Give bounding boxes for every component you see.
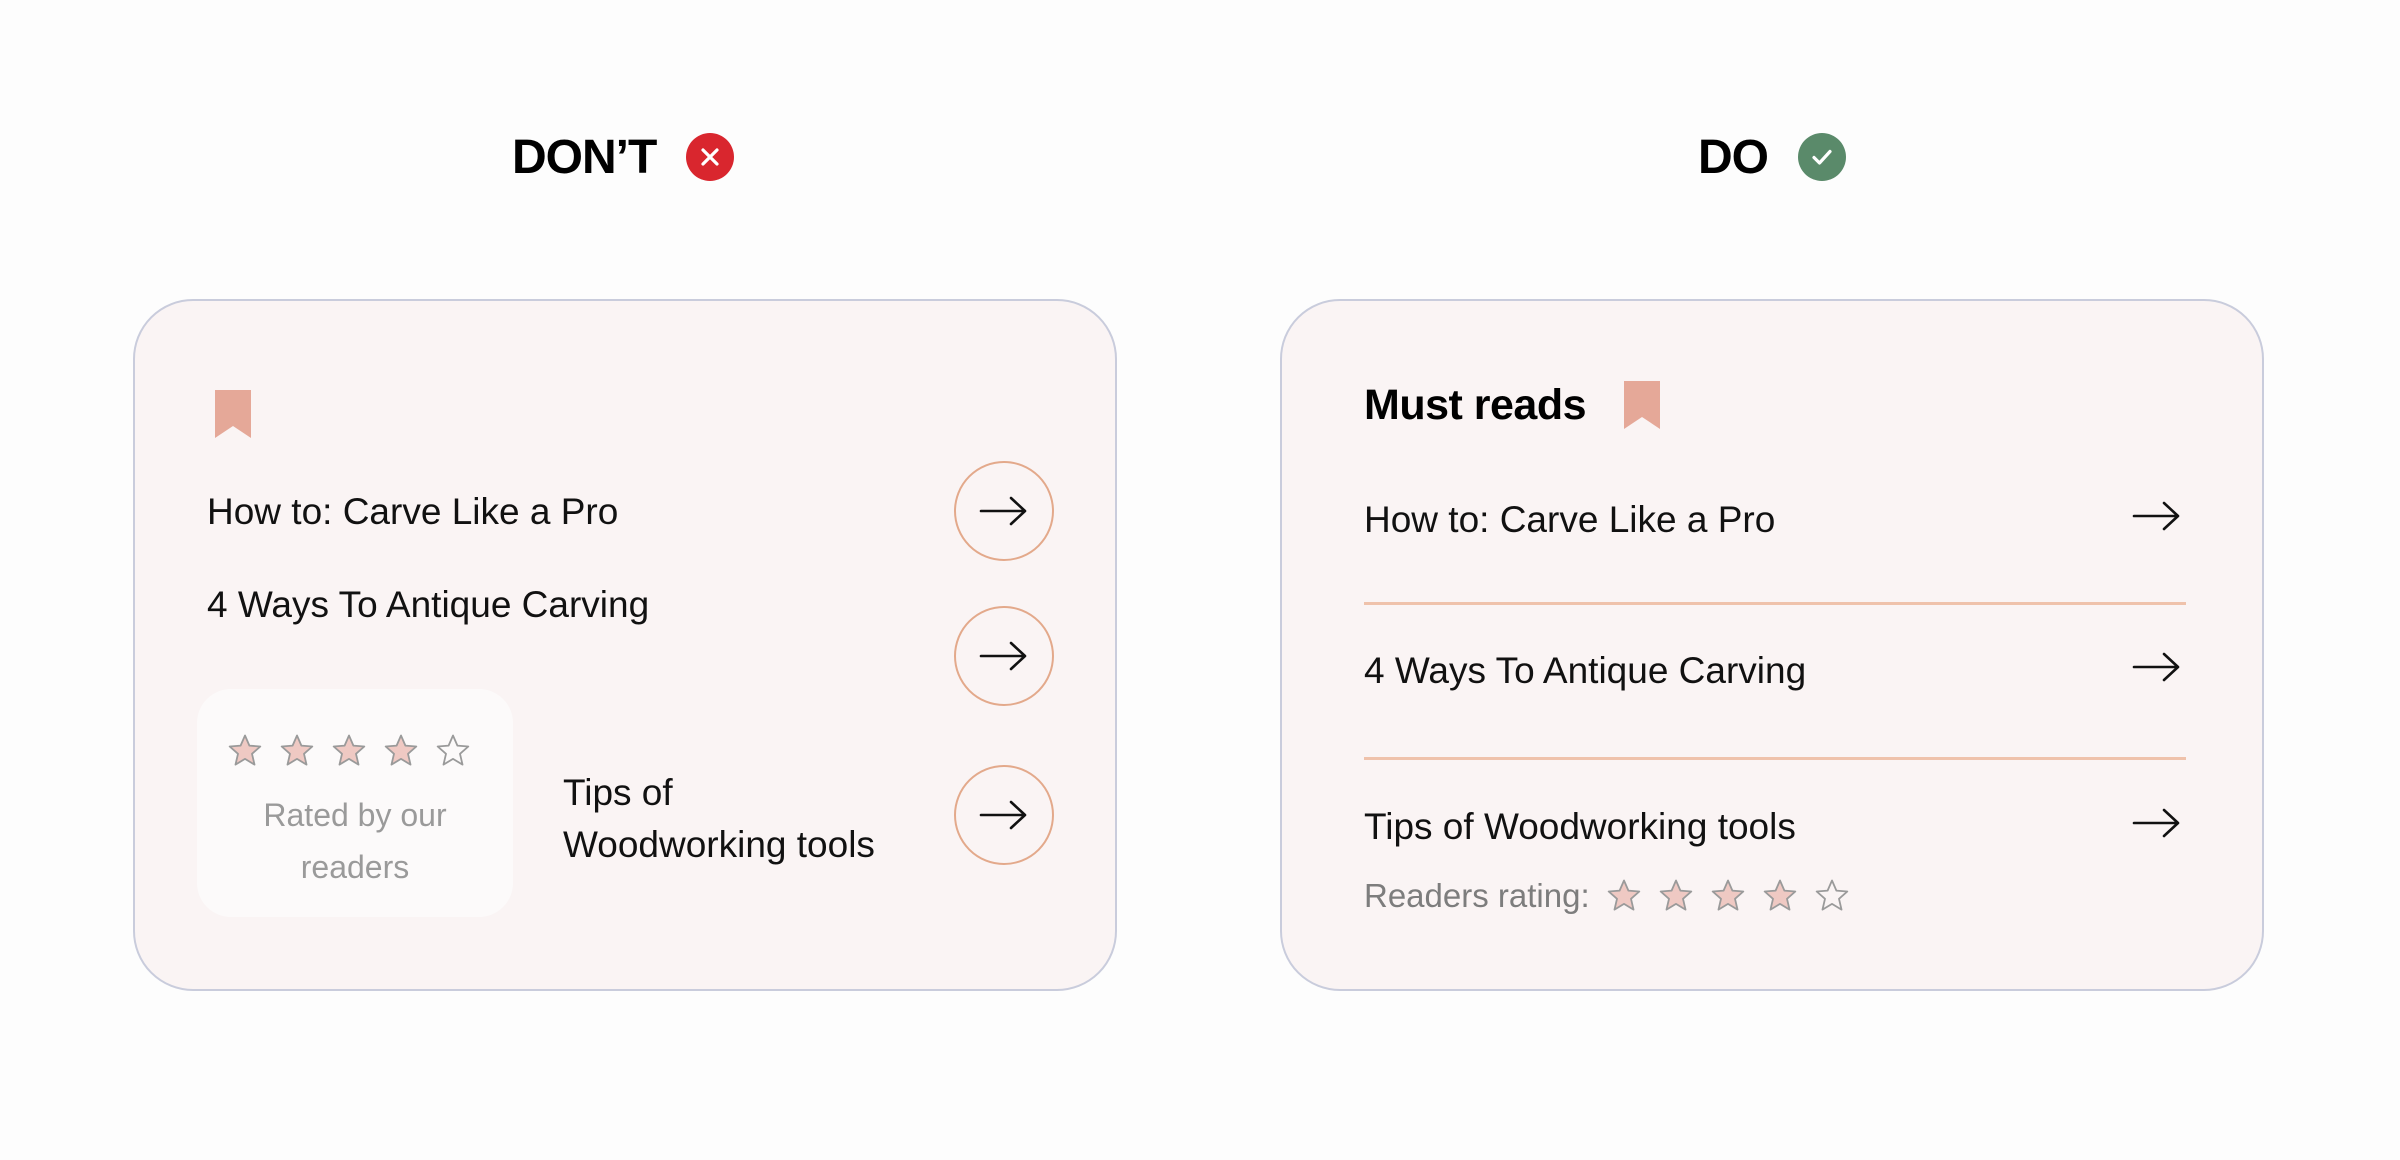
article-link-antique: 4 Ways To Antique Carving <box>1364 650 1807 691</box>
star-filled-icon <box>1659 879 1692 911</box>
check-icon <box>1798 133 1846 181</box>
star-filled-icon <box>1763 879 1796 911</box>
star-filled-icon <box>332 734 366 766</box>
article-link-tips: Tips of Woodworking tools <box>1364 806 1796 847</box>
star-filled-icon <box>228 734 262 766</box>
rating-caption-line1: Rated by our <box>263 797 447 833</box>
readers-rating-label: Readers rating: <box>1364 877 1590 914</box>
star-filled-icon <box>384 734 418 766</box>
star-rating <box>227 733 471 769</box>
section-title: Must reads <box>1364 381 1587 429</box>
arrow-right-icon <box>2132 808 2180 838</box>
do-heading: DO <box>1698 122 1846 192</box>
star-empty-icon <box>1815 879 1848 911</box>
bookmark-icon <box>215 390 251 438</box>
arrow-right-icon <box>2132 652 2180 682</box>
star-empty-icon <box>436 734 470 766</box>
dont-card: How to: Carve Like a Pro 4 Ways To Antiq… <box>133 299 1117 991</box>
do-card: Must reads How to: Carve Like a Pro 4 Wa… <box>1280 299 2264 991</box>
readers-rating: Readers rating: <box>1364 877 1850 915</box>
dont-heading-text: DON’T <box>512 130 657 184</box>
divider <box>1364 602 2186 605</box>
rating-card: Rated by our readers <box>197 689 513 917</box>
article-link-tips[interactable]: Tips of Woodworking tools <box>563 767 875 871</box>
open-article-button[interactable] <box>954 461 1054 561</box>
article-link-carve: How to: Carve Like a Pro <box>1364 499 1776 540</box>
list-item[interactable]: How to: Carve Like a Pro <box>1364 487 2186 553</box>
star-rating <box>1606 878 1850 914</box>
article-link-carve[interactable]: How to: Carve Like a Pro <box>207 491 618 533</box>
open-article-button[interactable] <box>954 606 1054 706</box>
divider <box>1364 757 2186 760</box>
arrow-right-icon <box>979 496 1027 526</box>
bookmark-icon <box>1624 381 1660 429</box>
close-icon <box>686 133 735 181</box>
star-filled-icon <box>1607 879 1640 911</box>
arrow-right-icon <box>2132 501 2180 531</box>
arrow-right-icon <box>979 641 1027 671</box>
star-filled-icon <box>1711 879 1744 911</box>
open-article-button[interactable] <box>954 765 1054 865</box>
article-link-antique[interactable]: 4 Ways To Antique Carving <box>207 584 649 626</box>
list-item[interactable]: Tips of Woodworking tools <box>1364 794 2186 860</box>
rating-caption: Rated by our readers <box>197 789 513 893</box>
rating-caption-line2: readers <box>300 849 410 885</box>
article-tips-line2: Woodworking tools <box>563 824 875 865</box>
arrow-right-icon <box>979 800 1027 830</box>
do-heading-text: DO <box>1698 130 1769 184</box>
dont-heading: DON’T <box>512 122 735 192</box>
star-filled-icon <box>280 734 314 766</box>
article-tips-line1: Tips of <box>563 772 673 813</box>
list-item[interactable]: 4 Ways To Antique Carving <box>1364 638 2186 704</box>
